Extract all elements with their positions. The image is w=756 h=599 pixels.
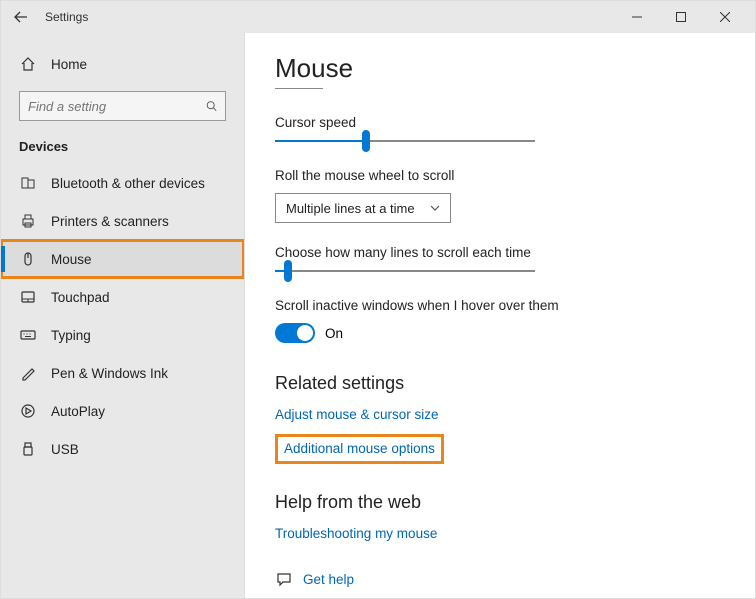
back-arrow-icon — [14, 10, 28, 24]
keyboard-icon — [19, 327, 37, 343]
usb-icon — [19, 441, 37, 457]
sidebar: Home Devices Bluetooth & other devices P… — [1, 33, 245, 598]
minimize-icon — [632, 12, 642, 22]
get-help-link[interactable]: Get help — [275, 571, 725, 587]
dropdown-value: Multiple lines at a time — [286, 201, 430, 216]
sidebar-item-label: Bluetooth & other devices — [51, 176, 205, 191]
give-feedback-label: Give feedback — [303, 598, 389, 599]
page-title: Mouse — [275, 53, 725, 84]
sidebar-item-pen[interactable]: Pen & Windows Ink — [1, 354, 244, 392]
lines-slider[interactable] — [275, 270, 535, 272]
cursor-speed-slider[interactable] — [275, 140, 535, 142]
title-divider — [275, 88, 323, 89]
inactive-windows-toggle[interactable] — [275, 323, 315, 343]
home-icon — [19, 56, 37, 72]
sidebar-item-touchpad[interactable]: Touchpad — [1, 278, 244, 316]
sidebar-item-label: Mouse — [51, 252, 92, 267]
related-settings-heading: Related settings — [275, 373, 725, 394]
sidebar-item-mouse[interactable]: Mouse — [1, 240, 244, 278]
chevron-down-icon — [430, 205, 440, 211]
sidebar-item-label: Printers & scanners — [51, 214, 169, 229]
maximize-icon — [676, 12, 686, 22]
autoplay-icon — [19, 403, 37, 419]
feedback-icon — [275, 597, 293, 598]
get-help-label: Get help — [303, 572, 354, 587]
scroll-wheel-label: Roll the mouse wheel to scroll — [275, 168, 725, 183]
sidebar-item-autoplay[interactable]: AutoPlay — [1, 392, 244, 430]
close-icon — [720, 12, 730, 22]
sidebar-item-typing[interactable]: Typing — [1, 316, 244, 354]
touchpad-icon — [19, 289, 37, 305]
sidebar-item-label: Pen & Windows Ink — [51, 366, 168, 381]
search-icon — [206, 99, 217, 113]
help-heading: Help from the web — [275, 492, 725, 513]
link-troubleshoot-mouse[interactable]: Troubleshooting my mouse — [275, 526, 437, 541]
pen-icon — [19, 365, 37, 381]
link-additional-mouse-options[interactable]: Additional mouse options — [275, 434, 444, 464]
sidebar-item-label: USB — [51, 442, 79, 457]
sidebar-item-label: Typing — [51, 328, 91, 343]
lines-label: Choose how many lines to scroll each tim… — [275, 245, 725, 260]
chat-icon — [275, 571, 293, 587]
home-link[interactable]: Home — [1, 45, 244, 83]
maximize-button[interactable] — [659, 1, 703, 33]
search-input[interactable] — [19, 91, 226, 121]
back-button[interactable] — [9, 5, 33, 29]
search-field[interactable] — [28, 99, 206, 114]
mouse-icon — [19, 251, 37, 267]
inactive-windows-label: Scroll inactive windows when I hover ove… — [275, 298, 725, 313]
sidebar-item-label: AutoPlay — [51, 404, 105, 419]
bluetooth-icon — [19, 175, 37, 191]
titlebar: Settings — [1, 1, 755, 33]
minimize-button[interactable] — [615, 1, 659, 33]
titlebar-title: Settings — [45, 10, 88, 24]
slider-thumb[interactable] — [362, 130, 370, 152]
link-adjust-cursor-size[interactable]: Adjust mouse & cursor size — [275, 407, 439, 422]
category-heading: Devices — [1, 133, 244, 164]
home-label: Home — [51, 57, 87, 72]
cursor-speed-label: Cursor speed — [275, 115, 725, 130]
sidebar-item-label: Touchpad — [51, 290, 110, 305]
scroll-wheel-dropdown[interactable]: Multiple lines at a time — [275, 193, 451, 223]
content-area: Mouse Cursor speed Roll the mouse wheel … — [245, 33, 755, 598]
printer-icon — [19, 213, 37, 229]
toggle-state-label: On — [325, 326, 343, 341]
sidebar-item-usb[interactable]: USB — [1, 430, 244, 468]
give-feedback-link[interactable]: Give feedback — [275, 597, 725, 598]
close-button[interactable] — [703, 1, 747, 33]
slider-thumb[interactable] — [284, 260, 292, 282]
sidebar-item-printers[interactable]: Printers & scanners — [1, 202, 244, 240]
sidebar-item-bluetooth[interactable]: Bluetooth & other devices — [1, 164, 244, 202]
